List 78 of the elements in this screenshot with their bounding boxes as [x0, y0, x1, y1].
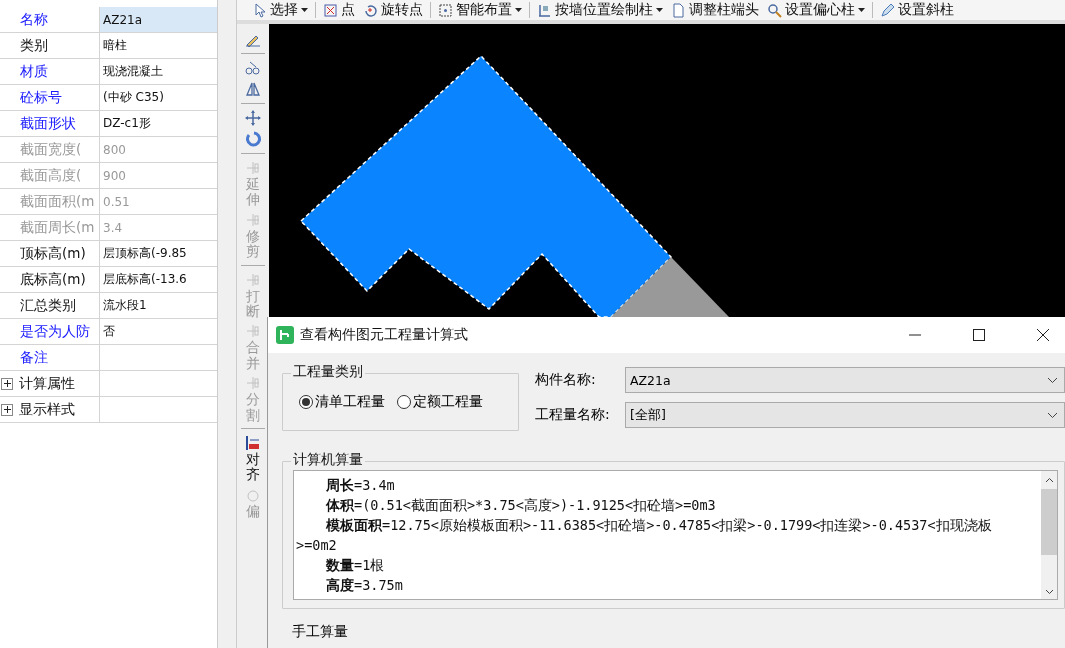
toolbar-button[interactable]: 选择 [249, 0, 311, 20]
expand-icon[interactable] [1, 403, 13, 416]
toolbar-button[interactable]: 调整柱端头 [668, 0, 762, 20]
tool-icon [244, 130, 262, 148]
scroll-down-icon[interactable] [1044, 589, 1054, 595]
formula-line: 数量=1根 [325, 556, 386, 575]
property-label: 名称 [20, 10, 48, 29]
scroll-up-icon[interactable] [1044, 477, 1054, 483]
property-value-cell[interactable]: 否 [100, 319, 217, 344]
dropdown-field[interactable]: AZ21a [625, 367, 1065, 393]
drawing-canvas[interactable] [269, 24, 1065, 317]
tool-icon [244, 433, 262, 452]
toolbar-button[interactable]: 智能布置 [435, 0, 525, 20]
column-section-shape[interactable] [299, 54, 673, 317]
toolbar-button[interactable]: 旋转点 [360, 0, 426, 20]
formula-line: 体积=(0.51<截面面积>*3.75<高度>)-1.9125<扣砼墙>=0m3 [325, 496, 717, 515]
magnifier-icon [767, 2, 782, 18]
point-icon [323, 2, 338, 18]
rotate-icon [363, 2, 378, 18]
radio-option[interactable]: 清单工程量 [299, 393, 385, 411]
tool-icon [244, 109, 262, 127]
maximize-icon[interactable] [973, 329, 985, 341]
property-label: 截面宽度( [20, 140, 82, 159]
toolbar-button[interactable]: 设置偏心柱 [764, 0, 868, 20]
property-label: 类别 [20, 36, 48, 55]
field-label: 工程量名称: [535, 406, 611, 424]
formula-line: 模板面积=12.75<原始模板面积>-11.6385<扣砼墙>-0.4785<扣梁>-0.1799<扣连梁>-0.4537<扣现浇板>=0m2 [296, 516, 993, 555]
property-label: 显示样式 [19, 400, 75, 419]
property-label: 顶标高(m) [20, 244, 86, 263]
side-tool-button[interactable] [244, 59, 262, 77]
property-label: 计算属性 [19, 374, 75, 393]
property-label: 截面周长(m [20, 218, 95, 237]
formula-line: 高度=3.75m [325, 576, 404, 595]
group-legend: 手工算量 [292, 623, 1065, 641]
property-value-cell[interactable]: 现浇混凝土 [100, 59, 217, 84]
group-legend: 工程量类别 [291, 363, 365, 381]
close-icon[interactable] [1037, 329, 1049, 341]
column-icon [537, 2, 552, 18]
property-value-cell[interactable]: 层顶标高(-9.85 [100, 241, 217, 266]
tool-icon [244, 80, 262, 98]
expand-icon[interactable] [1, 377, 13, 390]
tool-icon [244, 159, 262, 177]
group-legend: 计算机算量 [291, 451, 365, 469]
toolbar-button[interactable]: 点 [320, 0, 358, 20]
chevron-down-icon [1047, 411, 1058, 419]
property-label: 汇总类别 [20, 296, 76, 315]
side-tool-button[interactable] [244, 109, 262, 127]
chevron-down-icon [1047, 376, 1058, 384]
dropdown-field[interactable]: [全部] [625, 402, 1065, 428]
property-label: 截面面积(m [20, 192, 95, 211]
property-label: 备注 [20, 348, 48, 367]
toolbar-button[interactable]: 按墙位置绘制柱 [534, 0, 666, 20]
property-value-cell[interactable]: DZ-c1形 [100, 111, 217, 136]
property-value-cell[interactable]: 层底标高(-13.6 [100, 267, 217, 292]
pencil-icon [880, 2, 895, 18]
property-value-cell[interactable]: 流水段1 [100, 293, 217, 318]
dialog-title: 查看构件图元工程量计算式 [300, 326, 468, 344]
property-label: 是否为人防 [20, 322, 90, 341]
property-label: 砼标号 [20, 88, 62, 107]
property-label: 截面高度( [20, 166, 82, 185]
app-logo-icon [276, 326, 294, 344]
side-tool-button[interactable]: 对齐 [244, 433, 262, 483]
grid-icon [438, 2, 453, 18]
formula-line: 周长=3.4m [325, 476, 396, 495]
scrollbar[interactable] [1041, 471, 1057, 599]
property-value-cell[interactable]: AZ21a [100, 7, 217, 32]
formula-text-area[interactable]: 周长=3.4m 体积=(0.51<截面面积>*3.75<高度>)-1.9125<扣砼墙>=0m3 模板面积=12.75<原始模板面积>-11.6385<扣砼墙>-0.4785<扣梁>-0.1799<扣连梁>-0.4537<扣现浇板>=0m2 数量=1根 高度=3.75m [293, 470, 1058, 600]
property-label: 底标高(m) [20, 270, 86, 289]
property-label: 材质 [20, 62, 48, 81]
tool-icon [244, 59, 262, 77]
radio-option[interactable]: 定额工程量 [397, 393, 483, 411]
side-tool-button[interactable] [244, 80, 262, 98]
toolbar-button[interactable]: 设置斜柱 [877, 0, 957, 20]
property-value-cell[interactable]: (中砂 C35) [100, 85, 217, 110]
side-tool-button[interactable] [244, 130, 262, 148]
property-value-cell[interactable]: 暗柱 [100, 33, 217, 58]
field-label: 构件名称: [535, 371, 597, 389]
property-label: 截面形状 [20, 114, 76, 133]
